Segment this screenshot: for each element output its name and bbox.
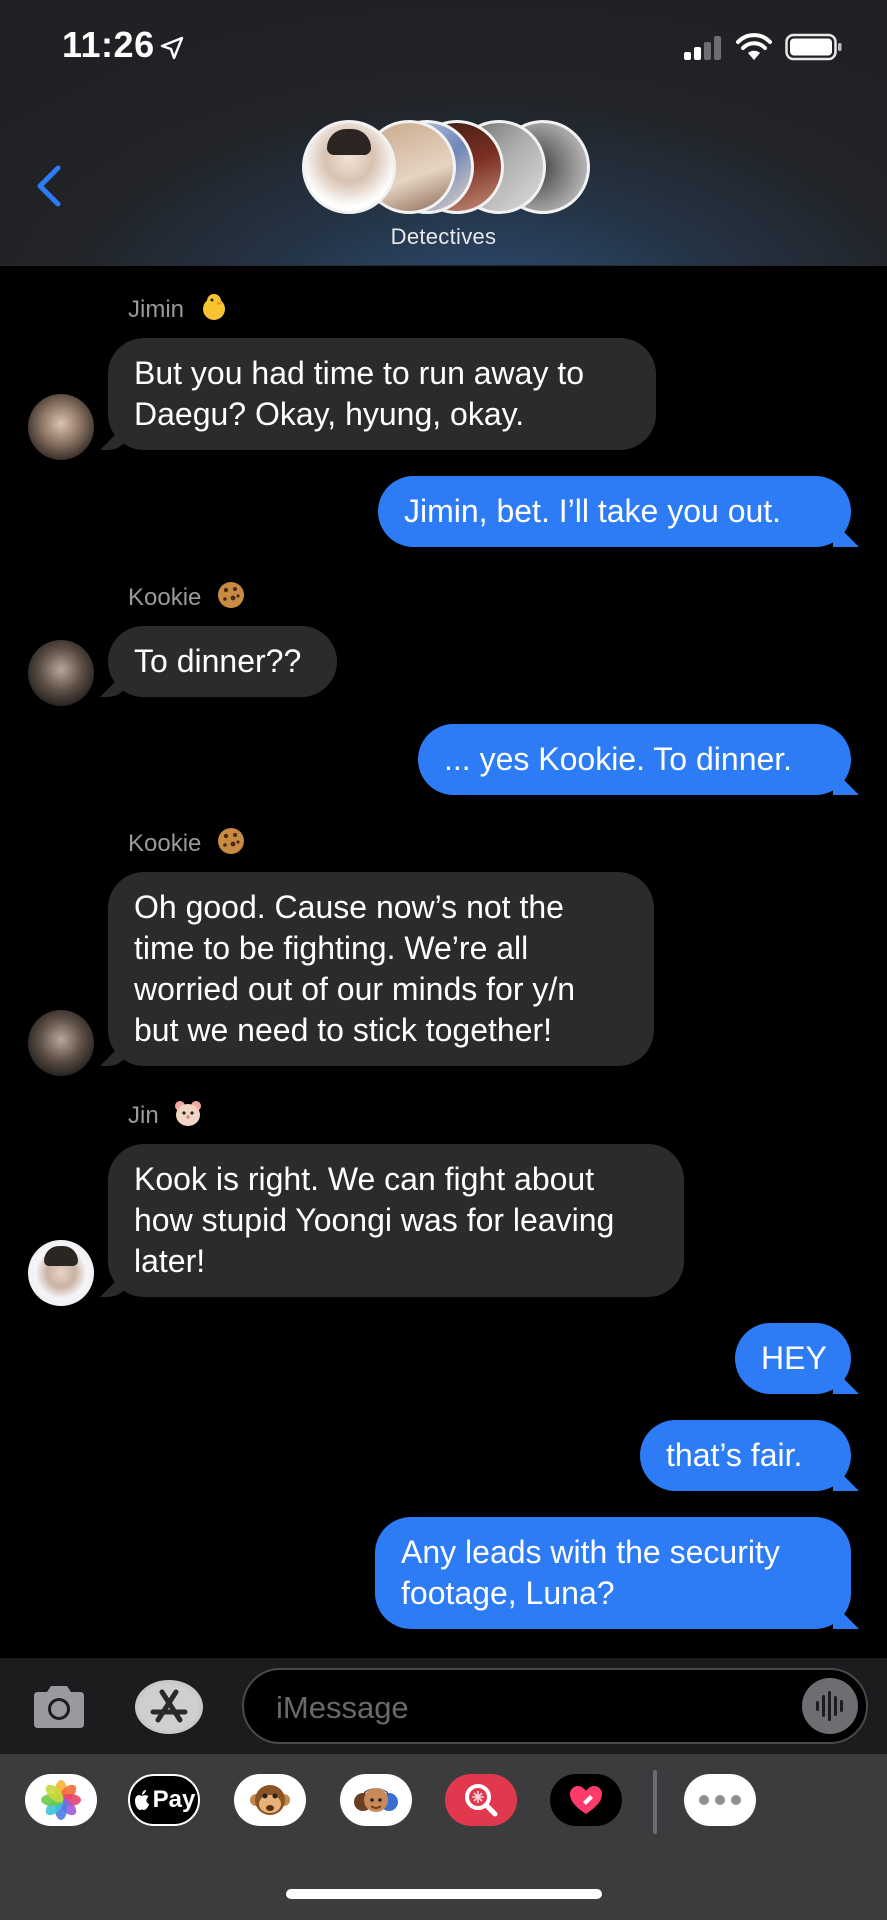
app-store-icon[interactable] <box>135 1680 203 1734</box>
message-bubble-received[interactable]: But you had time to run away to Daegu? O… <box>108 338 656 450</box>
chick-emoji-icon <box>199 292 229 329</box>
message-bubble-received[interactable]: To dinner?? <box>108 626 337 697</box>
hamster-emoji-icon <box>173 1098 203 1135</box>
back-chevron-icon[interactable] <box>34 164 64 208</box>
apple-pay-label: Pay <box>152 1786 196 1813</box>
audio-message-icon[interactable] <box>802 1678 858 1734</box>
image-search-app-icon[interactable] <box>445 1774 517 1826</box>
sender-name: Jin <box>128 1098 203 1135</box>
drawer-divider <box>653 1770 657 1834</box>
apple-pay-app-icon[interactable]: Pay <box>128 1774 200 1826</box>
apple-logo-icon <box>134 1790 149 1810</box>
messages-screen: 11:26 Detectives Jimin But you had time … <box>0 0 887 1920</box>
message-bubble-sent[interactable]: Any leads with the security footage, Lun… <box>375 1517 851 1629</box>
avatar-kookie[interactable] <box>28 640 94 706</box>
conversation-header: 11:26 Detectives <box>0 0 887 266</box>
animoji-app-icon[interactable] <box>234 1774 306 1826</box>
battery-icon <box>785 33 842 61</box>
photos-app-icon[interactable] <box>25 1774 97 1826</box>
imessage-input[interactable]: iMessage <box>242 1668 868 1744</box>
message-bubble-received[interactable]: Oh good. Cause now’s not the time to be … <box>108 872 654 1066</box>
camera-icon[interactable] <box>30 1682 88 1732</box>
digital-touch-app-icon[interactable] <box>550 1774 622 1826</box>
message-bubble-received[interactable]: Kook is right. We can fight about how st… <box>108 1144 684 1297</box>
sender-name: Kookie <box>128 826 246 863</box>
cookie-emoji-icon <box>216 580 246 617</box>
message-bubble-sent[interactable]: Jimin, bet. I’ll take you out. <box>378 476 851 547</box>
location-arrow-icon <box>160 36 184 60</box>
avatar-jimin[interactable] <box>28 394 94 460</box>
group-avatar-stack[interactable] <box>302 120 590 214</box>
wifi-icon <box>736 33 772 60</box>
message-bubble-sent[interactable]: HEY <box>735 1323 851 1394</box>
message-bubble-sent[interactable]: ... yes Kookie. To dinner. <box>418 724 851 795</box>
status-time: 11:26 <box>62 24 155 65</box>
compose-bar: iMessage <box>0 1658 887 1754</box>
group-avatar-6 <box>302 120 396 214</box>
home-indicator[interactable] <box>286 1889 602 1899</box>
avatar-jin[interactable] <box>28 1240 94 1306</box>
group-name: Detectives <box>390 224 497 249</box>
sender-name: Kookie <box>128 580 246 617</box>
imessage-placeholder: iMessage <box>276 1690 409 1725</box>
sender-name: Jimin <box>128 292 229 329</box>
avatar-kookie[interactable] <box>28 1010 94 1076</box>
cookie-emoji-icon <box>216 826 246 863</box>
memoji-app-icon[interactable] <box>340 1774 412 1826</box>
cellular-signal-icon <box>684 36 724 60</box>
message-bubble-sent[interactable]: that’s fair. <box>640 1420 851 1491</box>
more-apps-icon[interactable] <box>684 1774 756 1826</box>
